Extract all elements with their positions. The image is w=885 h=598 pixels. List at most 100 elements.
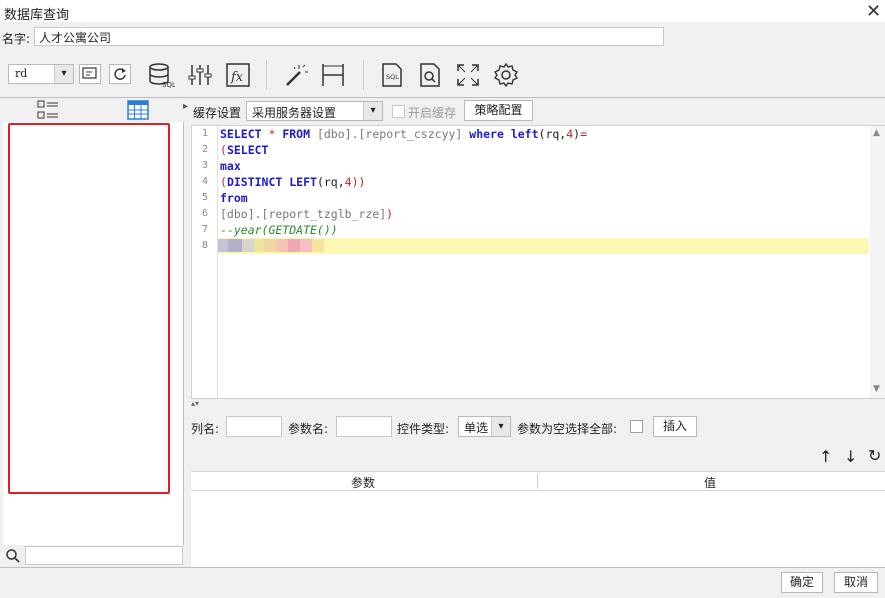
column-name-input[interactable] — [226, 416, 282, 437]
line-number: 1 — [201, 128, 208, 139]
table-search — [3, 545, 184, 567]
datasource-select[interactable]: rd ▾ — [8, 64, 74, 84]
database-sql-icon[interactable]: SQL — [147, 61, 176, 89]
redacted-text-block — [228, 239, 242, 252]
code-line: SELECT * FROM [dbo].[report_cszcyy] wher… — [220, 126, 587, 142]
code-line: from — [220, 190, 248, 206]
toolbar-separator — [363, 60, 364, 90]
code-token: * — [268, 127, 283, 141]
scroll-up-icon[interactable]: ▲ — [873, 128, 880, 138]
collapse-panel-icon[interactable]: ▸ — [183, 101, 188, 112]
close-icon[interactable]: ✕ — [866, 1, 881, 22]
cache-select[interactable]: 采用服务器设置 ▾ — [246, 101, 383, 121]
list-icon[interactable] — [37, 100, 59, 123]
chevron-down-icon: ▾ — [363, 102, 382, 120]
empty-select-all-checkbox[interactable] — [630, 420, 643, 433]
window-title: 数据库查询 — [4, 8, 70, 23]
code-token: )) — [351, 175, 366, 189]
column-header-value: 值 — [704, 476, 717, 490]
sql-editor[interactable]: 1 2 3 4 5 6 7 8 SELECT * FROM [dbo].[report_csz… — [191, 125, 885, 399]
name-label: 名字: — [2, 32, 31, 46]
expand-icon[interactable] — [454, 61, 482, 89]
param-name-label: 参数名: — [288, 422, 329, 436]
toolbar-separator — [266, 60, 267, 90]
code-token: FROM — [282, 127, 317, 141]
code-line: --year(GETDATE()) — [220, 222, 338, 238]
code-token: DISTINCT — [226, 175, 290, 189]
move-down-icon[interactable]: ↓ — [844, 447, 857, 466]
code-token: [dbo].[report_tzglb_rze] — [220, 207, 387, 221]
code-token: ( — [220, 143, 227, 157]
widget-type-value: 单选 — [464, 421, 489, 435]
svg-text:fx: fx — [230, 70, 244, 85]
column-width-icon[interactable] — [319, 61, 347, 89]
name-input[interactable]: 人才公寓公司 — [34, 27, 664, 46]
widget-type-label: 控件类型: — [397, 422, 450, 436]
preview-search-icon[interactable] — [416, 61, 444, 89]
code-token: [dbo].[report_cszcyy] — [316, 127, 470, 141]
svg-text:SQL: SQL — [162, 81, 175, 89]
cancel-button[interactable]: 取消 — [834, 572, 878, 593]
edit-icon — [82, 67, 97, 79]
chevron-down-icon: ▾ — [54, 65, 73, 83]
code-token: from — [220, 191, 248, 205]
ok-button[interactable]: 确定 — [781, 572, 823, 593]
redacted-text-block — [242, 239, 254, 252]
redacted-text-block — [254, 239, 264, 252]
title-bar: 数据库查询 ✕ — [0, 0, 885, 23]
gear-icon[interactable] — [492, 61, 520, 89]
insert-button[interactable]: 插入 — [653, 416, 697, 437]
sliders-icon[interactable] — [186, 61, 214, 89]
move-up-icon[interactable]: ↑ — [819, 447, 832, 466]
code-line: (DISTINCT LEFT(rq,4)) — [220, 174, 365, 190]
resize-handle-icon[interactable]: ▴▾ — [191, 399, 199, 408]
magic-wand-icon[interactable] — [281, 61, 309, 89]
code-token: (rq, — [538, 127, 567, 141]
line-number: 5 — [201, 192, 208, 203]
line-number: 6 — [201, 208, 208, 219]
function-icon[interactable]: fx — [224, 61, 252, 89]
chevron-down-icon: ▾ — [491, 417, 510, 436]
code-token: max — [220, 159, 241, 173]
cache-label: 缓存设置 — [193, 106, 242, 120]
redacted-text-block — [312, 239, 324, 252]
column-name-label: 列名: — [191, 422, 220, 436]
params-table-header: 参数 值 — [191, 471, 885, 491]
code-token: SELECT — [226, 143, 269, 157]
search-icon — [6, 549, 20, 563]
code-token: SELECT — [220, 127, 269, 141]
redacted-text-block — [300, 239, 312, 252]
vertical-scrollbar[interactable]: ▲ ▼ — [870, 126, 885, 398]
table-icon[interactable] — [127, 100, 149, 123]
code-token: ) — [386, 207, 394, 221]
enable-cache-checkbox[interactable] — [392, 105, 405, 118]
datasource-value: rd — [15, 67, 28, 80]
strategy-config-button[interactable]: 策略配置 — [464, 100, 533, 121]
code-line: [dbo].[report_tzglb_rze]) — [220, 206, 393, 222]
refresh-params-icon[interactable]: ↻ — [868, 446, 881, 465]
param-name-input[interactable] — [336, 416, 392, 437]
refresh-button[interactable] — [109, 64, 131, 84]
column-header-param: 参数 — [351, 476, 376, 490]
code-token: LEFT — [289, 175, 317, 189]
sql-file-icon[interactable]: SQL — [378, 61, 406, 89]
line-number: 2 — [201, 144, 208, 155]
scroll-down-icon[interactable]: ▼ — [873, 384, 880, 394]
params-table-body[interactable] — [191, 491, 885, 567]
code-line: max — [220, 158, 241, 174]
column-separator — [537, 474, 538, 489]
enable-cache-label: 开启缓存 — [408, 106, 457, 120]
edit-datasource-button[interactable] — [79, 64, 101, 84]
table-search-input[interactable] — [25, 546, 183, 565]
redacted-text-block — [264, 239, 276, 252]
code-token: 4 — [344, 175, 352, 189]
line-number: 8 — [201, 240, 208, 251]
empty-select-all-label: 参数为空选择全部: — [517, 422, 618, 436]
widget-type-select[interactable]: 单选 ▾ — [458, 416, 511, 437]
line-number: 7 — [201, 224, 208, 235]
svg-text:SQL: SQL — [386, 73, 399, 81]
cache-select-value: 采用服务器设置 — [252, 106, 337, 120]
line-number-gutter: 1 2 3 4 5 6 7 8 — [192, 126, 218, 398]
line-number: 4 — [201, 176, 208, 187]
code-token: ( — [220, 175, 227, 189]
